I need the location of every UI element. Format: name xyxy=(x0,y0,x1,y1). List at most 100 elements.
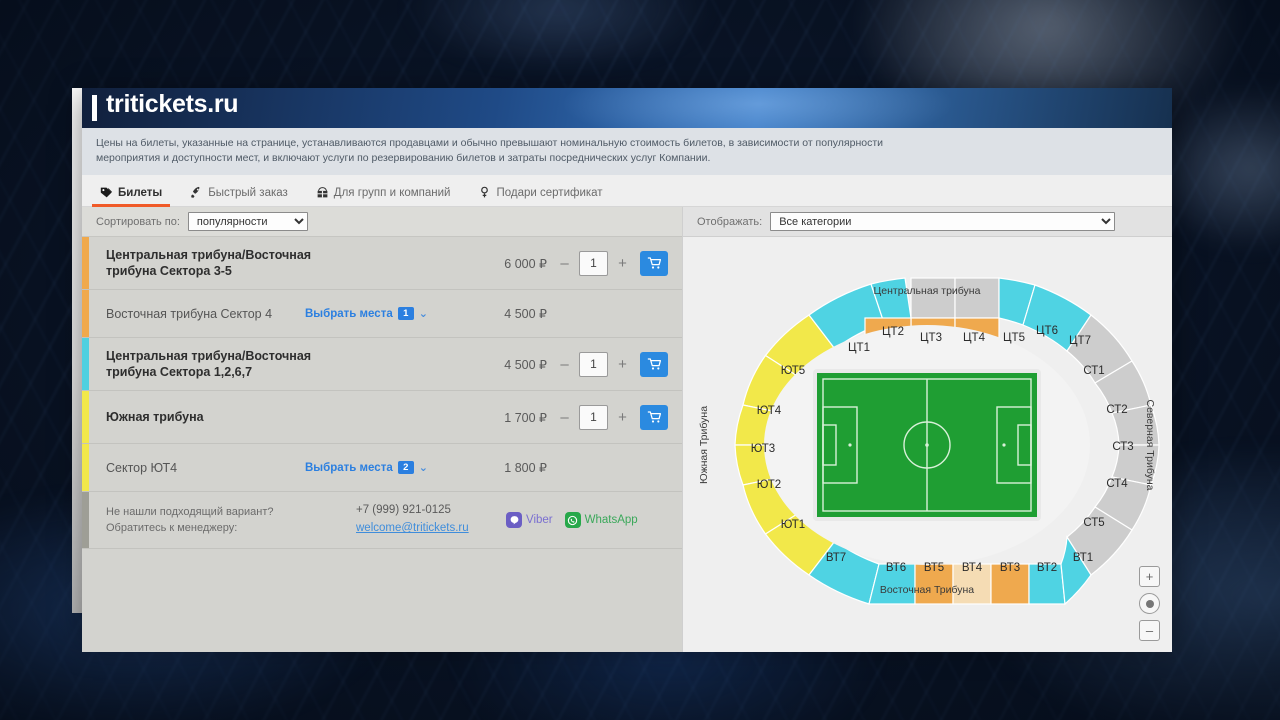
label-ct1: ЦТ1 xyxy=(848,342,870,354)
sector-ct4-upper[interactable] xyxy=(954,277,1000,320)
label-bt2: ВТ2 xyxy=(1037,562,1057,574)
site-logo[interactable]: tritickets.ru xyxy=(106,90,239,119)
viber-link[interactable]: Viber xyxy=(506,512,553,529)
choose-seats-button[interactable]: Выбрать места 1 ⌄ xyxy=(305,307,475,321)
notice-line-2: мероприятия и доступности мест, и включа… xyxy=(96,152,711,165)
sector-ct3-upper[interactable] xyxy=(910,277,956,320)
qty-plus-button[interactable]: + xyxy=(617,409,628,426)
label-ct3: ЦТ3 xyxy=(920,332,942,344)
qty-minus-button[interactable]: – xyxy=(559,409,570,426)
choose-seats-button[interactable]: Выбрать места 2 ⌄ xyxy=(305,461,475,475)
tab-quick-order[interactable]: Быстрый заказ xyxy=(186,180,292,206)
cart-icon xyxy=(647,257,661,270)
stadium-map[interactable]: ЦТ1 ЦТ2 ЦТ3 ЦТ4 ЦТ5 ЦТ6 ЦТ7 ЮТ5 ЮТ4 ЮТ3 … xyxy=(683,237,1172,653)
manager-question-line-1: Не нашли подходящий вариант? xyxy=(106,505,274,518)
label-bt5: ВТ5 xyxy=(924,562,944,574)
label-st5: СТ5 xyxy=(1083,517,1104,529)
label-bt6: ВТ6 xyxy=(886,562,906,574)
ticket-name: Центральная трибуна/Восточная трибуна Се… xyxy=(106,247,312,279)
manager-phone[interactable]: +7 (999) 921-0125 xyxy=(356,502,506,520)
label-yt4: ЮТ4 xyxy=(757,405,782,417)
tab-gift-certificate[interactable]: Подари сертификат xyxy=(474,180,606,206)
manager-question: Не нашли подходящий вариант? Обратитесь … xyxy=(106,504,356,537)
add-to-cart-button[interactable] xyxy=(640,404,668,430)
category-stripe xyxy=(82,237,89,290)
category-stripe xyxy=(82,338,89,391)
label-ct6: ЦТ6 xyxy=(1036,325,1058,337)
ticket-name: Центральная трибуна/Восточная трибуна Се… xyxy=(106,348,312,380)
brand-header: tritickets.ru xyxy=(82,88,1172,128)
label-st3: СТ3 xyxy=(1112,441,1133,453)
label-bt3: ВТ3 xyxy=(1000,562,1020,574)
category-stripe xyxy=(82,290,89,338)
quantity-stepper: – + xyxy=(559,250,668,276)
ticket-price: 1 800 ₽ xyxy=(504,461,547,476)
label-ct5: ЦТ5 xyxy=(1003,332,1025,344)
label-ct7: ЦТ7 xyxy=(1069,335,1091,347)
map-panel: Отображать: Все категории ЦТ1 ЦТ2 ЦТ3 ЦТ… xyxy=(682,207,1172,653)
qty-input[interactable] xyxy=(579,250,608,276)
sort-toolbar: Сортировать по: популярности xyxy=(82,207,682,238)
label-yt3: ЮТ3 xyxy=(751,443,775,455)
map-zoom-controls: + – xyxy=(1139,566,1160,642)
ticket-row[interactable]: Центральная трибуна/Восточная трибуна Се… xyxy=(82,338,682,392)
messenger-links: Viber WhatsApp xyxy=(506,512,638,529)
cart-icon xyxy=(647,411,661,424)
whatsapp-icon xyxy=(564,512,581,529)
title-south-tribune: Южная Трибуна xyxy=(698,406,710,484)
qty-input[interactable] xyxy=(579,404,608,430)
ticket-row[interactable]: Центральная трибуна/Восточная трибуна Се… xyxy=(82,237,682,291)
ticket-name: Южная трибуна xyxy=(106,410,204,424)
tab-groups-label: Для групп и компаний xyxy=(333,186,451,199)
tab-groups[interactable]: Для групп и компаний xyxy=(312,180,455,206)
tab-gift-certificate-label: Подари сертификат xyxy=(496,186,603,199)
whatsapp-label: WhatsApp xyxy=(584,514,638,527)
manager-contact-block: Не нашли подходящий вариант? Обратитесь … xyxy=(82,492,682,550)
qty-plus-button[interactable]: + xyxy=(617,255,628,272)
label-bt1: ВТ1 xyxy=(1073,552,1093,564)
zoom-reset-button[interactable] xyxy=(1139,593,1160,615)
tab-quick-order-label: Быстрый заказ xyxy=(208,186,288,199)
add-to-cart-button[interactable] xyxy=(640,351,668,377)
manager-email[interactable]: welcome@tritickets.ru xyxy=(356,520,506,538)
main-content: Сортировать по: популярности Центральная… xyxy=(82,207,1172,653)
ticket-row[interactable]: Южная трибуна 1 700 ₽ – + xyxy=(82,391,682,445)
label-st1: СТ1 xyxy=(1083,365,1104,377)
app-window: tritickets.ru Цены на билеты, указанные … xyxy=(82,88,1172,653)
label-yt5: ЮТ5 xyxy=(781,365,805,377)
price-notice: Цены на билеты, указанные на странице, у… xyxy=(82,128,1172,176)
choose-seats-count: 2 xyxy=(397,461,414,475)
title-north-tribune: Северная Трибуна xyxy=(1144,400,1156,491)
tag-icon xyxy=(100,188,113,198)
tab-tickets[interactable]: Билеты xyxy=(91,180,171,208)
football-pitch xyxy=(813,369,1041,522)
zoom-in-button[interactable]: + xyxy=(1139,566,1160,588)
label-bt7: ВТ7 xyxy=(826,552,846,564)
choose-seats-label: Выбрать места xyxy=(305,461,393,474)
category-select[interactable]: Все категории xyxy=(770,212,1116,232)
notice-line-1: Цены на билеты, указанные на странице, у… xyxy=(96,137,884,149)
label-st2: СТ2 xyxy=(1106,404,1127,416)
ticket-name: Восточная трибуна Сектор 4 xyxy=(106,306,273,321)
ticket-price: 1 700 ₽ xyxy=(504,410,547,425)
stadium-map-svg[interactable]: ЦТ1 ЦТ2 ЦТ3 ЦТ4 ЦТ5 ЦТ6 ЦТ7 ЮТ5 ЮТ4 ЮТ3 … xyxy=(683,237,1172,653)
add-to-cart-button[interactable] xyxy=(640,250,668,276)
sort-select[interactable]: популярности xyxy=(187,212,308,232)
qty-plus-button[interactable]: + xyxy=(617,356,628,373)
tab-tickets-label: Билеты xyxy=(118,186,163,199)
qty-input[interactable] xyxy=(579,351,608,377)
group-icon xyxy=(317,187,328,198)
zoom-out-button[interactable]: – xyxy=(1139,620,1160,642)
whatsapp-link[interactable]: WhatsApp xyxy=(564,512,638,529)
rocket-icon xyxy=(191,187,200,199)
category-stripe xyxy=(82,444,89,492)
category-stripe xyxy=(82,391,89,444)
ticket-row[interactable]: Восточная трибуна Сектор 4 Выбрать места… xyxy=(82,290,682,339)
ticket-panel: Сортировать по: популярности Центральная… xyxy=(82,207,682,653)
qty-minus-button[interactable]: – xyxy=(559,356,570,373)
qty-minus-button[interactable]: – xyxy=(559,255,570,272)
title-central-tribune: Центральная трибуна xyxy=(874,285,981,297)
medal-icon xyxy=(481,187,489,198)
ticket-row[interactable]: Сектор ЮТ4 Выбрать места 2 ⌄ 1 800 ₽ –+ xyxy=(82,444,682,493)
brand-accent-mark xyxy=(92,95,97,121)
